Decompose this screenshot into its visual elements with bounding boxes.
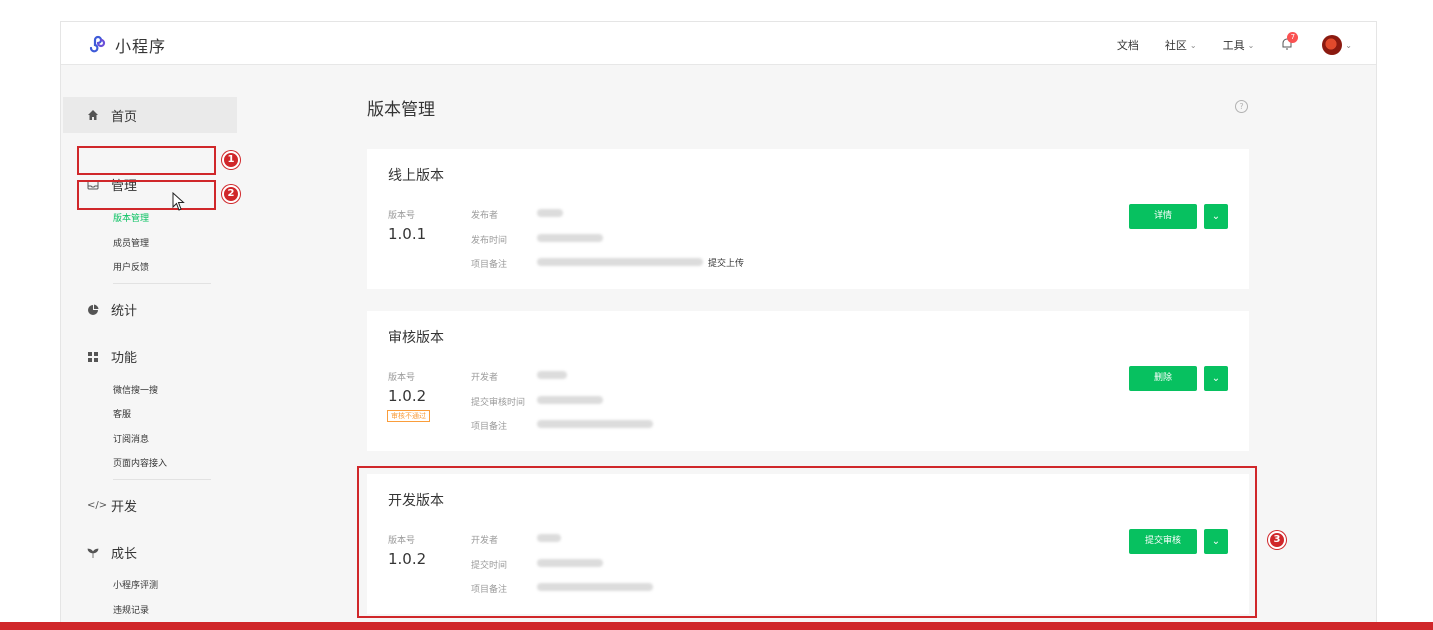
miniprogram-logo-icon bbox=[87, 33, 107, 57]
meta-label: 提交审核时间 bbox=[471, 398, 526, 408]
avatar bbox=[1322, 35, 1343, 55]
chevron-down-icon: ⌄ bbox=[1189, 40, 1197, 50]
step-marker: 1 bbox=[222, 151, 240, 169]
sidebar-item-subscribe-message[interactable]: 订阅消息 bbox=[113, 432, 149, 445]
meta-value-blurred bbox=[537, 371, 567, 379]
nav-community-label: 社区 bbox=[1164, 39, 1187, 52]
sidebar-item-label: 功能 bbox=[111, 351, 138, 366]
sidebar-item-features[interactable]: 功能 bbox=[87, 347, 137, 366]
pie-chart-icon bbox=[88, 304, 99, 315]
mouse-pointer-icon bbox=[172, 192, 185, 211]
chevron-down-icon: ⌄ bbox=[1211, 211, 1221, 222]
chevron-down-icon: ⌄ bbox=[1247, 40, 1255, 50]
sidebar-item-violation[interactable]: 违规记录 bbox=[113, 603, 149, 616]
meta-label: 发布者 bbox=[471, 211, 499, 221]
more-dropdown-button[interactable]: ⌄ bbox=[1204, 366, 1228, 391]
meta-label: 项目备注 bbox=[471, 260, 508, 270]
meta-label: 发布时间 bbox=[471, 236, 508, 246]
sidebar-item-version-manage[interactable]: 版本管理 bbox=[113, 211, 149, 224]
sidebar-item-home[interactable]: 首页 bbox=[63, 97, 237, 133]
bottom-accent-bar bbox=[0, 622, 1433, 630]
meta-label: 项目备注 bbox=[471, 422, 508, 432]
highlight-version-manage bbox=[77, 180, 216, 210]
meta-value-blurred bbox=[537, 234, 603, 242]
meta-value-blurred bbox=[537, 209, 563, 217]
sidebar-item-user-feedback[interactable]: 用户反馈 bbox=[113, 260, 149, 273]
meta-label: 开发者 bbox=[471, 373, 499, 383]
card-title: 审核版本 bbox=[388, 330, 444, 346]
sidebar-item-member-manage[interactable]: 成员管理 bbox=[113, 236, 149, 249]
card-title: 线上版本 bbox=[388, 168, 444, 184]
sidebar-divider bbox=[113, 479, 211, 480]
version-number: 1.0.2 bbox=[388, 387, 427, 405]
highlight-manage bbox=[77, 146, 216, 175]
status-badge: 审核不通过 bbox=[387, 410, 430, 422]
sidebar-item-wechat-search[interactable]: 微信搜一搜 bbox=[113, 383, 158, 396]
review-version-card: 审核版本 版本号 1.0.2 审核不通过 开发者 提交审核时间 项目备注 删除 … bbox=[367, 311, 1249, 451]
version-number: 1.0.1 bbox=[388, 225, 427, 243]
notification-button[interactable]: 7 bbox=[1280, 32, 1299, 53]
step-marker: 2 bbox=[222, 185, 240, 203]
sidebar-item-label: 首页 bbox=[111, 109, 138, 125]
account-menu[interactable]: ⌄ bbox=[1322, 35, 1352, 55]
highlight-dev-version bbox=[357, 466, 1257, 618]
meta-value-blurred bbox=[537, 396, 603, 404]
sidebar-item-dev[interactable]: </> 开发 bbox=[87, 496, 138, 516]
meta-value-blurred bbox=[537, 420, 653, 428]
grid-icon bbox=[88, 351, 98, 362]
code-icon: </> bbox=[87, 499, 108, 511]
nav-tools-label: 工具 bbox=[1222, 39, 1245, 52]
details-button[interactable]: 详情 bbox=[1129, 204, 1197, 229]
sidebar-divider bbox=[113, 283, 211, 284]
chevron-down-icon: ⌄ bbox=[1345, 40, 1352, 50]
top-nav: 文档 社区 ⌄ 工具 ⌄ 7 ⌄ bbox=[1117, 32, 1352, 55]
nav-tools[interactable]: 工具 ⌄ bbox=[1223, 37, 1255, 53]
delete-button[interactable]: 删除 bbox=[1129, 366, 1197, 391]
sidebar-item-label: 统计 bbox=[111, 304, 138, 319]
notification-badge: 7 bbox=[1287, 32, 1299, 43]
app-title: 小程序 bbox=[115, 37, 167, 56]
sidebar-item-stats[interactable]: 统计 bbox=[87, 300, 137, 319]
version-label: 版本号 bbox=[388, 373, 416, 383]
online-version-card: 线上版本 版本号 1.0.1 发布者 发布时间 项目备注 提交上传 详情 ⌄ bbox=[367, 149, 1249, 289]
chevron-down-icon: ⌄ bbox=[1211, 373, 1221, 384]
sidebar-item-growth[interactable]: 成长 bbox=[87, 543, 137, 562]
more-dropdown-button[interactable]: ⌄ bbox=[1204, 204, 1228, 229]
remark-suffix: 提交上传 bbox=[708, 259, 745, 269]
step-marker: 3 bbox=[1268, 531, 1286, 549]
meta-value-blurred bbox=[537, 258, 703, 266]
page-title: 版本管理 bbox=[367, 100, 435, 120]
sidebar-item-label: 开发 bbox=[111, 500, 138, 515]
home-icon bbox=[88, 110, 98, 120]
sidebar-item-customer-service[interactable]: 客服 bbox=[113, 407, 131, 420]
sidebar-item-evaluation[interactable]: 小程序评测 bbox=[113, 578, 158, 591]
sidebar-item-page-content[interactable]: 页面内容接入 bbox=[113, 456, 167, 469]
nav-community[interactable]: 社区 ⌄ bbox=[1165, 37, 1197, 53]
help-icon[interactable]: ? bbox=[1235, 100, 1248, 113]
nav-docs[interactable]: 文档 bbox=[1117, 37, 1139, 53]
sidebar-item-label: 成长 bbox=[111, 547, 138, 562]
sprout-icon bbox=[87, 548, 99, 558]
top-bar: 小程序 文档 社区 ⌄ 工具 ⌄ 7 ⌄ bbox=[61, 22, 1376, 65]
version-label: 版本号 bbox=[388, 211, 416, 221]
logo[interactable]: 小程序 bbox=[87, 33, 166, 57]
